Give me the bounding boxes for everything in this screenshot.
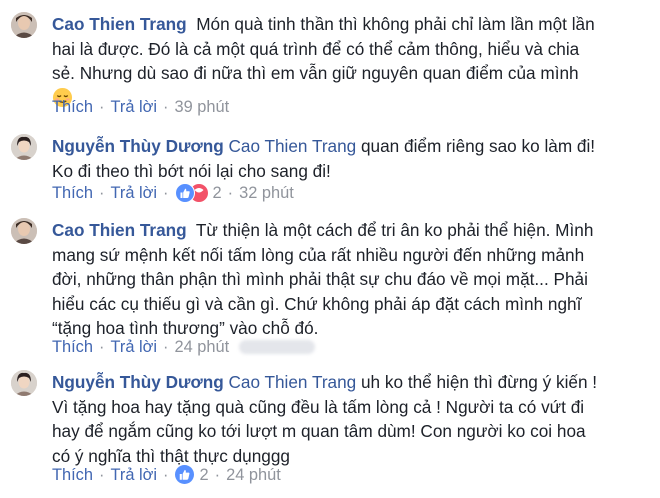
comment-text: Món quà tinh thần thì không phải chỉ làm…: [196, 14, 595, 34]
comment-author[interactable]: Nguyễn Thùy Dương: [52, 372, 224, 392]
comment-text: uh ko thể hiện thì đừng ý kiến !: [361, 372, 598, 392]
comment-text: Từ thiện là một cách để tri ân ko phải t…: [195, 220, 594, 240]
avatar[interactable]: [11, 370, 37, 396]
like-link[interactable]: Thích: [52, 338, 93, 356]
comment-text: sẻ. Nhưng dù sao đi nữa thì em vẫn giữ n…: [52, 63, 579, 83]
comment-body: Cao Thien Trang Từ thiện là một cách để …: [52, 218, 654, 356]
like-icon: [174, 183, 195, 203]
reaction-count[interactable]: 2: [213, 184, 222, 202]
separator-dot: ·: [163, 466, 169, 484]
comment-body: Nguyễn Thùy Dương Cao Thien Trang uh ko …: [52, 370, 654, 484]
reply-link[interactable]: Trả lời: [110, 466, 157, 484]
comment-line: Cao Thien Trang Món quà tinh thần thì kh…: [52, 12, 654, 37]
comment-actions: Thích · Trả lời · 24 phút: [52, 336, 316, 358]
comment-text: mang sứ mệnh kết nối tấm lòng của rất nh…: [52, 244, 585, 265]
avatar[interactable]: [11, 12, 37, 38]
like-link[interactable]: Thích: [52, 184, 93, 202]
comment-text: đời, những thân phận thì mình phải thật …: [52, 269, 588, 289]
redacted-text: [239, 340, 316, 354]
separator-dot: ·: [214, 466, 221, 484]
comment-text: hiểu các cụ thiếu gì và cần gì. Chứ khôn…: [52, 293, 582, 314]
comment-line: Nguyễn Thùy Dương Cao Thien Trang quan đ…: [52, 134, 654, 159]
comment-actions: Thích · Trả lời · 39 phút: [52, 96, 229, 118]
reaction-icons[interactable]: [174, 183, 209, 203]
comment-timestamp[interactable]: 39 phút: [175, 98, 230, 116]
comment-author[interactable]: Nguyễn Thùy Dương: [52, 136, 224, 156]
comment-text: hay để ngắm cũng ko tới lượt m quan tâm …: [52, 421, 586, 441]
separator-dot: ·: [163, 338, 169, 356]
separator-dot: ·: [99, 338, 105, 356]
separator-dot: ·: [99, 466, 105, 484]
comment-author[interactable]: Cao Thien Trang: [52, 14, 187, 34]
avatar[interactable]: [11, 134, 37, 160]
comment-line: Cao Thien Trang Từ thiện là một cách để …: [52, 218, 654, 243]
comment-body: Nguyễn Thùy Dương Cao Thien Trang quan đ…: [52, 134, 654, 203]
separator-dot: ·: [99, 184, 105, 202]
mention-link[interactable]: Cao Thien Trang: [229, 136, 357, 156]
separator-dot: ·: [99, 98, 105, 116]
comment-text: Vì tặng hoa hay tặng quà cũng đều là tấm…: [52, 396, 585, 417]
mention-link[interactable]: Cao Thien Trang: [229, 372, 357, 392]
comment-timestamp[interactable]: 24 phút: [226, 466, 281, 484]
separator-dot: ·: [227, 184, 234, 202]
comment-line: Nguyễn Thùy Dương Cao Thien Trang uh ko …: [52, 370, 654, 395]
reaction-count[interactable]: 2: [200, 466, 209, 484]
reply-link[interactable]: Trả lời: [110, 184, 157, 202]
comment-actions: Thích · Trả lời · 2 · 32 phút: [52, 182, 294, 204]
comment-text: Ko đi theo thì bớt nói lại cho sang đi!: [52, 160, 331, 181]
separator-dot: ·: [163, 184, 169, 202]
comment-author[interactable]: Cao Thien Trang: [52, 220, 187, 240]
comment-text: hai là được. Đó là cả một quá trình để c…: [52, 38, 580, 59]
like-icon[interactable]: [174, 465, 194, 484]
reply-link[interactable]: Trả lời: [110, 98, 157, 116]
like-link[interactable]: Thích: [52, 98, 93, 116]
comment-actions: Thích · Trả lời · 2 · 24 phút: [52, 464, 281, 486]
comment-text: quan điểm riêng sao ko làm đi!: [361, 136, 596, 156]
comment-thread: Cao Thien Trang Món quà tinh thần thì kh…: [0, 0, 660, 498]
comment-timestamp[interactable]: 24 phút: [175, 338, 230, 356]
reply-link[interactable]: Trả lời: [110, 338, 157, 356]
comment-timestamp[interactable]: 32 phút: [239, 184, 294, 202]
like-link[interactable]: Thích: [52, 466, 93, 484]
avatar[interactable]: [11, 218, 37, 244]
separator-dot: ·: [163, 98, 169, 116]
comment-body: Cao Thien Trang Món quà tinh thần thì kh…: [52, 12, 654, 116]
